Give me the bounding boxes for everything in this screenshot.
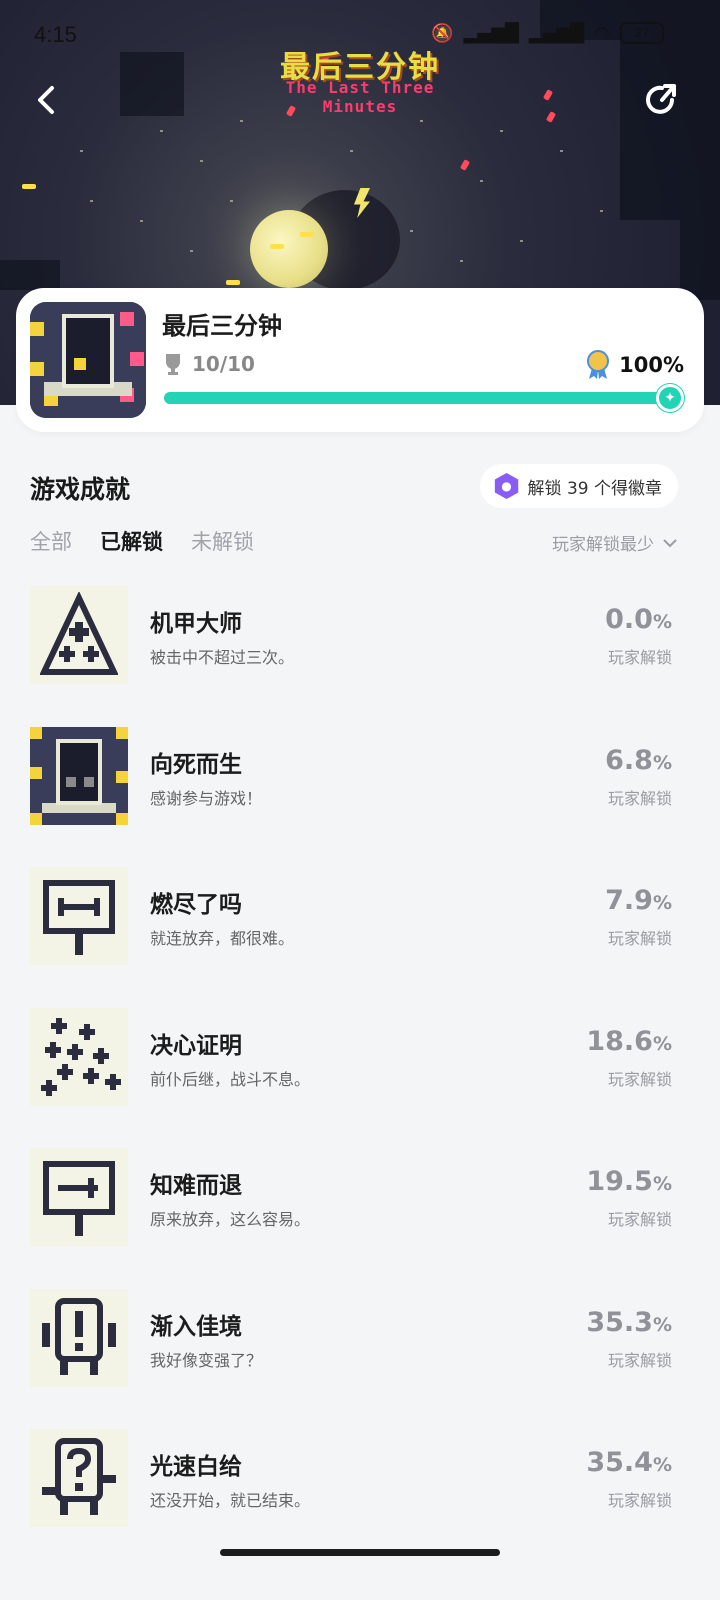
status-bar: 4:15 🔕 ▂▄▆█ ▂▄▆█ ◠ 27 <box>0 0 720 70</box>
game-summary-card: 最后三分钟 10/10 100% ✦ <box>16 288 704 432</box>
achievement-percent: 19.5% <box>586 1166 672 1197</box>
achievement-icon <box>30 1007 128 1106</box>
medal-icon <box>587 350 610 379</box>
triangle-crosses-icon <box>40 592 118 675</box>
achievement-label: 玩家解锁 <box>607 1350 672 1370</box>
achievement-percent: 35.3% <box>586 1306 672 1338</box>
trophy-icon <box>166 354 180 375</box>
sort-label: 玩家解锁最少 <box>552 535 654 555</box>
achievement-percent: 7.9% <box>605 885 672 916</box>
achievement-label: 玩家解锁 <box>607 1069 672 1089</box>
achievement-name: 光速白给 <box>150 1454 242 1480</box>
trophy-count: 10/10 <box>192 352 255 376</box>
pixel-robot-icon <box>30 302 146 418</box>
chevron-down-icon <box>663 538 677 547</box>
achievement-description: 被击中不超过三次。 <box>150 648 295 667</box>
achievement-name: 燃尽了吗 <box>150 892 242 918</box>
progress-knob-icon: ✦ <box>656 384 684 412</box>
hero-subtitle: The Last Three Minutes <box>285 78 435 116</box>
achievement-list: 机甲大师 被击中不超过三次。 0.0% 玩家解锁 向死而生 感谢参与游戏！ 6.… <box>0 586 720 1570</box>
achievement-icon <box>30 867 128 965</box>
trophy-row: 10/10 <box>162 352 255 376</box>
battery-icon: 27 <box>620 22 664 44</box>
back-button[interactable] <box>28 80 68 120</box>
achievement-row[interactable]: 机甲大师 被击中不超过三次。 0.0% 玩家解锁 <box>0 586 720 727</box>
achievement-icon <box>30 586 128 684</box>
status-time: 4:15 <box>34 22 77 47</box>
completion-row: 100% <box>585 350 684 380</box>
achievement-row[interactable]: 向死而生 感谢参与游戏！ 6.8% 玩家解锁 <box>0 726 720 868</box>
achievement-icon <box>30 726 128 825</box>
completion-percent: 100% <box>619 353 684 377</box>
share-icon <box>646 84 676 114</box>
tab-locked[interactable]: 未解锁 <box>191 526 254 556</box>
achievement-description: 还没开始，就已结束。 <box>150 1491 311 1510</box>
section-title: 游戏成就 <box>30 475 131 504</box>
game-name: 最后三分钟 <box>162 312 282 340</box>
tab-all[interactable]: 全部 <box>30 526 72 556</box>
achievement-row[interactable]: 决心证明 前仆后继，战斗不息。 18.6% 玩家解锁 <box>0 1007 720 1149</box>
achievement-name: 渐入佳境 <box>150 1313 242 1340</box>
status-icons: 🔕 ▂▄▆█ ▂▄▆█ ◠ 27 <box>431 22 664 44</box>
achievement-label: 玩家解锁 <box>607 929 672 948</box>
unlock-badge-button[interactable]: ● 解锁 39 个得徽章 <box>479 464 678 508</box>
achievement-name: 知难而退 <box>150 1173 242 1199</box>
exclamation-robot-icon <box>42 1297 116 1375</box>
achievement-percent: 35.4% <box>586 1447 672 1478</box>
achievement-label: 玩家解锁 <box>607 1210 672 1229</box>
achievement-label: 玩家解锁 <box>607 1491 672 1510</box>
achievement-name: 向死而生 <box>150 751 242 778</box>
share-button[interactable] <box>640 80 680 120</box>
achievement-description: 我好像变强了？ <box>150 1350 263 1370</box>
sign-double-arrow-icon <box>43 880 115 955</box>
moon-illustration <box>250 210 328 288</box>
achievement-icon <box>30 1288 128 1387</box>
badge-hexagon-icon: ● <box>494 473 519 499</box>
signal-icon: ▂▄▆█ <box>528 22 585 44</box>
unlock-badge-text: 解锁 39 个得徽章 <box>527 478 662 499</box>
game-icon[interactable] <box>30 302 146 418</box>
pixel-robot-icon <box>30 726 128 825</box>
wifi-icon: ◠ <box>594 22 610 44</box>
achievement-name: 决心证明 <box>150 1032 242 1059</box>
achievement-description: 原来放弃，这么容易。 <box>150 1210 311 1229</box>
achievement-description: 就连放弃，都很难。 <box>150 929 295 948</box>
completion-progress-bar: ✦ <box>164 384 684 412</box>
cross-pyramid-icon <box>41 1017 121 1096</box>
achievement-name: 机甲大师 <box>150 611 242 637</box>
achievement-percent: 0.0% <box>605 604 672 635</box>
achievement-row[interactable]: 知难而退 原来放弃，这么容易。 19.5% 玩家解锁 <box>0 1148 720 1289</box>
tab-unlocked[interactable]: 已解锁 <box>100 526 163 556</box>
progress-fill <box>164 392 670 404</box>
filter-tabs: 全部 已解锁 未解锁 <box>30 526 254 556</box>
sort-dropdown[interactable]: 玩家解锁最少 <box>552 530 678 555</box>
achievement-description: 前仆后继，战斗不息。 <box>150 1069 311 1089</box>
achievement-icon <box>30 1148 128 1246</box>
achievement-label: 玩家解锁 <box>607 648 672 667</box>
sign-arrow-icon <box>43 1161 115 1236</box>
achievement-percent: 18.6% <box>586 1025 672 1057</box>
achievement-row[interactable]: 渐入佳境 我好像变强了？ 35.3% 玩家解锁 <box>0 1288 720 1430</box>
home-indicator[interactable] <box>220 1549 500 1556</box>
achievement-icon <box>30 1429 128 1527</box>
achievement-label: 玩家解锁 <box>607 788 672 808</box>
signal-icon: ▂▄▆█ <box>463 22 519 44</box>
achievement-percent: 6.8% <box>605 744 672 776</box>
achievement-row[interactable]: 燃尽了吗 就连放弃，都很难。 7.9% 玩家解锁 <box>0 867 720 1008</box>
achievement-description: 感谢参与游戏！ <box>150 788 263 808</box>
mute-bell-icon: 🔕 <box>431 22 454 44</box>
question-robot-icon <box>42 1438 116 1515</box>
chevron-left-icon <box>38 86 54 114</box>
